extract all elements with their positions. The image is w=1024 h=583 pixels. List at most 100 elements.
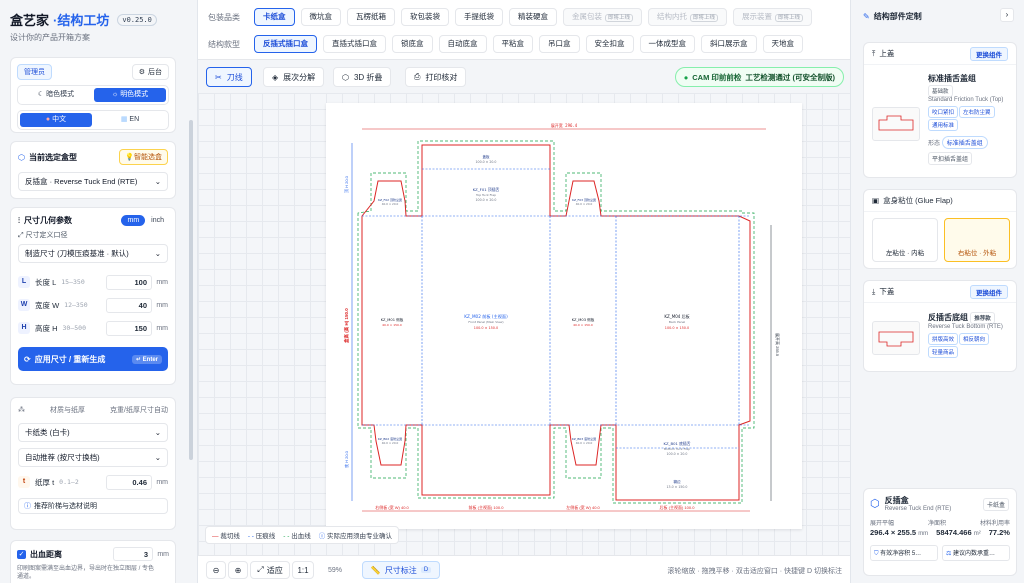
style-chip-label: 平粘盒	[501, 39, 525, 48]
info-icon: ⓘ	[318, 533, 328, 540]
knife-line-tab[interactable]: ✂ 刀线	[206, 67, 252, 87]
legend-crease-label: 压痕线	[255, 533, 276, 540]
dims-toggle-button[interactable]: 📏 尺寸标注 D	[362, 561, 440, 579]
replace-top-button[interactable]: 更换组件	[970, 46, 1008, 61]
style-chip-4[interactable]: 平粘盒	[492, 35, 533, 53]
length-input[interactable]: 100	[106, 274, 152, 290]
bleed-input[interactable]: 3	[113, 547, 153, 561]
current-box-card: ⬡ 当前选定盒型 💡 智能选盒 反插盒 · Reverse Tuck End (RT…	[10, 141, 176, 199]
height-input[interactable]: 150	[106, 320, 152, 336]
dark-mode-option[interactable]: ☾ 暗色模式	[20, 88, 92, 102]
feature-pill: 咬口紧扣	[928, 106, 959, 118]
version-badge: v0.25.0	[117, 13, 157, 26]
category-chip-1[interactable]: 微坑盒	[300, 8, 341, 26]
material-title: 材质与纸厚	[50, 407, 86, 414]
collapse-panel-button[interactable]: ›	[1000, 8, 1014, 22]
load-info-button[interactable]: ⚖ 建议内数承重…	[942, 545, 1010, 561]
category-chip-label: 瓦楞纸箱	[356, 12, 386, 21]
one-to-one-button[interactable]: 1:1	[292, 561, 314, 579]
style-chip-6[interactable]: 安全扣盒	[585, 35, 634, 53]
zoom-out-button[interactable]: ⊖	[206, 561, 226, 579]
style-chip-7[interactable]: 一体成型盒	[639, 35, 695, 53]
bleed-checkbox[interactable]: ✓	[17, 549, 26, 559]
expand-icon: ⤢	[18, 232, 26, 239]
shape-option-flat[interactable]: 平扣插舌盖组	[928, 152, 973, 165]
top-closure-card: ⤒ 上盖 更换组件 标准插舌盖组 基础款 Standard Friction Tuc…	[863, 42, 1017, 178]
dim-def-select[interactable]: 制造尺寸 (刀模压痕基准 · 默认) ⌄	[18, 244, 168, 263]
coming-soon-tag: 即将上线	[775, 14, 804, 22]
thickness-key: t	[18, 476, 30, 488]
bottom-component-name: 反插舌底组	[928, 313, 968, 322]
zoom-in-button[interactable]: ⊕	[228, 561, 248, 579]
cam-status-badge[interactable]: ● CAM 印前前检 工艺检测通过 (可安全制版)	[674, 67, 844, 87]
material-recommend-select[interactable]: 自动推荐 (按尺寸换档) ⌄	[18, 448, 168, 467]
panel-sub: Bottom Tuck Flap	[664, 447, 690, 451]
legend-cut-label: 裁切线	[220, 533, 240, 540]
panel-sub: Front Panel (Main View)	[468, 320, 503, 324]
glue-left-option[interactable]: 左粘位 · 内粘	[872, 218, 938, 262]
panel-size: 100.0 × 150.0	[474, 326, 498, 330]
canvas-bottom-bar: ⊖ ⊕ ⤢ 适应 1:1 59% 📏 尺寸标注 D 滚轮缩放 · 拖拽平移 · 双击适…	[198, 555, 850, 583]
fit-label: 适应	[266, 565, 283, 575]
dim-unit: mm	[156, 278, 168, 286]
box-type-value: 反插盒 · Reverse Tuck End (RTE)	[25, 177, 138, 186]
drawing-canvas[interactable]: 展开宽 296.4 展开高 255.5 顶 H 20.0 盒高 (高 H) 15…	[198, 93, 850, 555]
category-chip-label: 微坑盒	[309, 12, 333, 21]
style-chip-2[interactable]: 锁底盒	[392, 35, 433, 53]
sidebar-scrollbar[interactable]	[189, 120, 193, 460]
scissors-icon: ✂	[215, 72, 222, 82]
category-chip-label: 精装硬盒	[518, 12, 548, 21]
apply-label: 应用尺寸 / 重新生成	[34, 354, 106, 364]
style-chip-5[interactable]: 吊口盒	[539, 35, 580, 53]
weight-icon: ⚖	[946, 551, 954, 557]
lang-en-option[interactable]: ▦ EN	[94, 113, 166, 127]
bleed-unit: mm	[157, 550, 169, 558]
style-chip-1[interactable]: 直插式插口盒	[323, 35, 386, 53]
material-type-select[interactable]: 卡纸类 (白卡) ⌄	[18, 423, 168, 442]
style-chip-0[interactable]: 反插式插口盒	[254, 35, 317, 53]
dim-def-label-row: ⤢ 尺寸定义口径	[18, 230, 168, 240]
volume-info-button[interactable]: ⛉ 有效净容积 5…	[870, 545, 938, 561]
top-component-name: 标准插舌盖组	[928, 74, 976, 83]
bottom-component-info: 反插舌底组 推荐款 Reverse Tuck Bottom (RTE) 拼版高效…	[928, 311, 1014, 358]
chevron-down-icon: ⌄	[154, 428, 161, 437]
category-chip-0[interactable]: 卡纸盒	[254, 8, 295, 26]
print-check-tab[interactable]: ⎙ 打印核对	[405, 67, 467, 87]
layers-icon: ◈	[272, 72, 279, 82]
material-tips-link[interactable]: ⓘ 推荐阶梯与选材说明	[18, 498, 168, 514]
style-chip-label: 天地盒	[771, 39, 795, 48]
width-input[interactable]: 40	[106, 297, 152, 313]
fold3d-tab[interactable]: ⬡ 3D 折叠	[333, 67, 392, 87]
tool-icon: ✎	[863, 12, 870, 21]
feature-pill: 拼版高效	[928, 333, 959, 345]
category-chip-2[interactable]: 瓦楞纸箱	[347, 8, 395, 26]
shape-option-standard[interactable]: 标准插舌盖组	[941, 136, 988, 149]
thickness-input[interactable]: 0.46	[106, 474, 152, 490]
smart-pick-button[interactable]: 💡 智能选盒	[119, 149, 168, 165]
glue-right-option[interactable]: 右粘位 · 外粘	[944, 218, 1010, 262]
fold3d-label: 3D 折叠	[353, 72, 383, 82]
apply-dimensions-button[interactable]: ⟳ 应用尺寸 / 重新生成 ↵ Enter	[18, 347, 168, 371]
unit-inch-toggle[interactable]: inch	[147, 215, 168, 226]
style-chip-8[interactable]: 斜口展示盒	[701, 35, 757, 53]
light-mode-option[interactable]: ☼ 明色模式	[94, 88, 166, 102]
refresh-icon: ⟳	[24, 354, 31, 364]
drawing-sheet: 展开宽 296.4 展开高 255.5 顶 H 20.0 盒高 (高 H) 15…	[326, 103, 802, 529]
category-chip-5[interactable]: 精装硬盒	[509, 8, 557, 26]
style-chip-3[interactable]: 自动底盒	[438, 35, 487, 53]
backstage-button[interactable]: ⚙ 后台	[131, 64, 169, 80]
style-chip-9[interactable]: 天地盒	[762, 35, 803, 53]
explode-tab[interactable]: ◈ 展次分解	[263, 67, 325, 87]
lang-zh-option[interactable]: ● 中文	[20, 113, 92, 127]
fit-button[interactable]: ⤢ 适应	[250, 561, 290, 579]
top-selector-bar: 包装品类 卡纸盒 微坑盒 瓦楞纸箱 软包装袋 手提纸袋 精装硬盒 金属包装 即将上线 结构内托即…	[198, 0, 850, 60]
glue-right-label: 右粘位 · 外粘	[957, 250, 997, 257]
category-chip-3[interactable]: 软包装袋	[401, 8, 449, 26]
category-chip-4[interactable]: 手提纸袋	[455, 8, 503, 26]
unit-mm-toggle[interactable]: mm	[121, 215, 146, 226]
replace-bottom-button[interactable]: 更换组件	[970, 284, 1008, 299]
dieline-svg: 展开宽 296.4 展开高 255.5 顶 H 20.0 盒高 (高 H) 15…	[343, 122, 781, 512]
stat-key: 材料利用率	[979, 521, 1010, 527]
box-type-select[interactable]: 反插盒 · Reverse Tuck End (RTE) ⌄	[18, 172, 168, 191]
brand-name: 盒艺家	[10, 13, 50, 28]
